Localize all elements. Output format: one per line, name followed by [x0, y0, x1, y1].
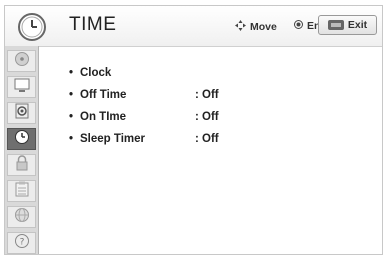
menu-item-label: Sleep Timer [80, 133, 145, 145]
bullet: • [69, 67, 74, 79]
sidebar-item-audio[interactable] [7, 102, 36, 124]
sidebar-item-lock[interactable] [7, 154, 36, 176]
bullet: • [69, 111, 74, 123]
exit-key-icon [327, 20, 344, 30]
menu-item-label: On TIme [80, 111, 127, 123]
move-hint: Move [235, 20, 277, 34]
enter-dot-icon [294, 20, 303, 32]
sidebar-item-help[interactable]: ? [7, 232, 36, 254]
page-title: TIME [69, 14, 117, 35]
monitor-icon [13, 77, 31, 98]
sidebar-item-network[interactable] [7, 206, 36, 228]
speaker-icon [13, 103, 31, 124]
exit-button[interactable]: Exit [318, 15, 377, 35]
menu-item-value: : Off [195, 111, 219, 123]
menu-item-value: : Off [195, 133, 219, 145]
sidebar-item-picture[interactable] [7, 50, 36, 72]
menu-header: TIME Move Enter E [5, 6, 382, 47]
menu-sidebar: ? [5, 46, 39, 254]
move-label: Move [250, 21, 277, 33]
clock-icon [13, 129, 31, 150]
menu-item-value: : Off [195, 89, 219, 101]
sidebar-item-option[interactable] [7, 180, 36, 202]
time-menu-panel: TIME Move Enter E [4, 5, 383, 255]
sidebar-item-time[interactable] [7, 128, 36, 150]
bullet: • [69, 89, 74, 101]
bullet: • [69, 133, 74, 145]
lock-icon [13, 154, 31, 176]
sidebar-item-screen[interactable] [7, 76, 36, 98]
disc-icon [13, 51, 31, 72]
menu-content: • Clock • Off Time : Off • On TIme : Off… [39, 47, 382, 254]
menu-item-label: Clock [80, 67, 112, 79]
globe-icon [13, 207, 31, 228]
help-icon: ? [13, 233, 31, 254]
move-arrows-icon [235, 20, 246, 34]
svg-text:?: ? [19, 237, 24, 247]
clock-icon [17, 12, 47, 42]
clipboard-icon [13, 181, 31, 202]
menu-item-label: Off Time [80, 89, 127, 101]
exit-label: Exit [347, 19, 368, 31]
